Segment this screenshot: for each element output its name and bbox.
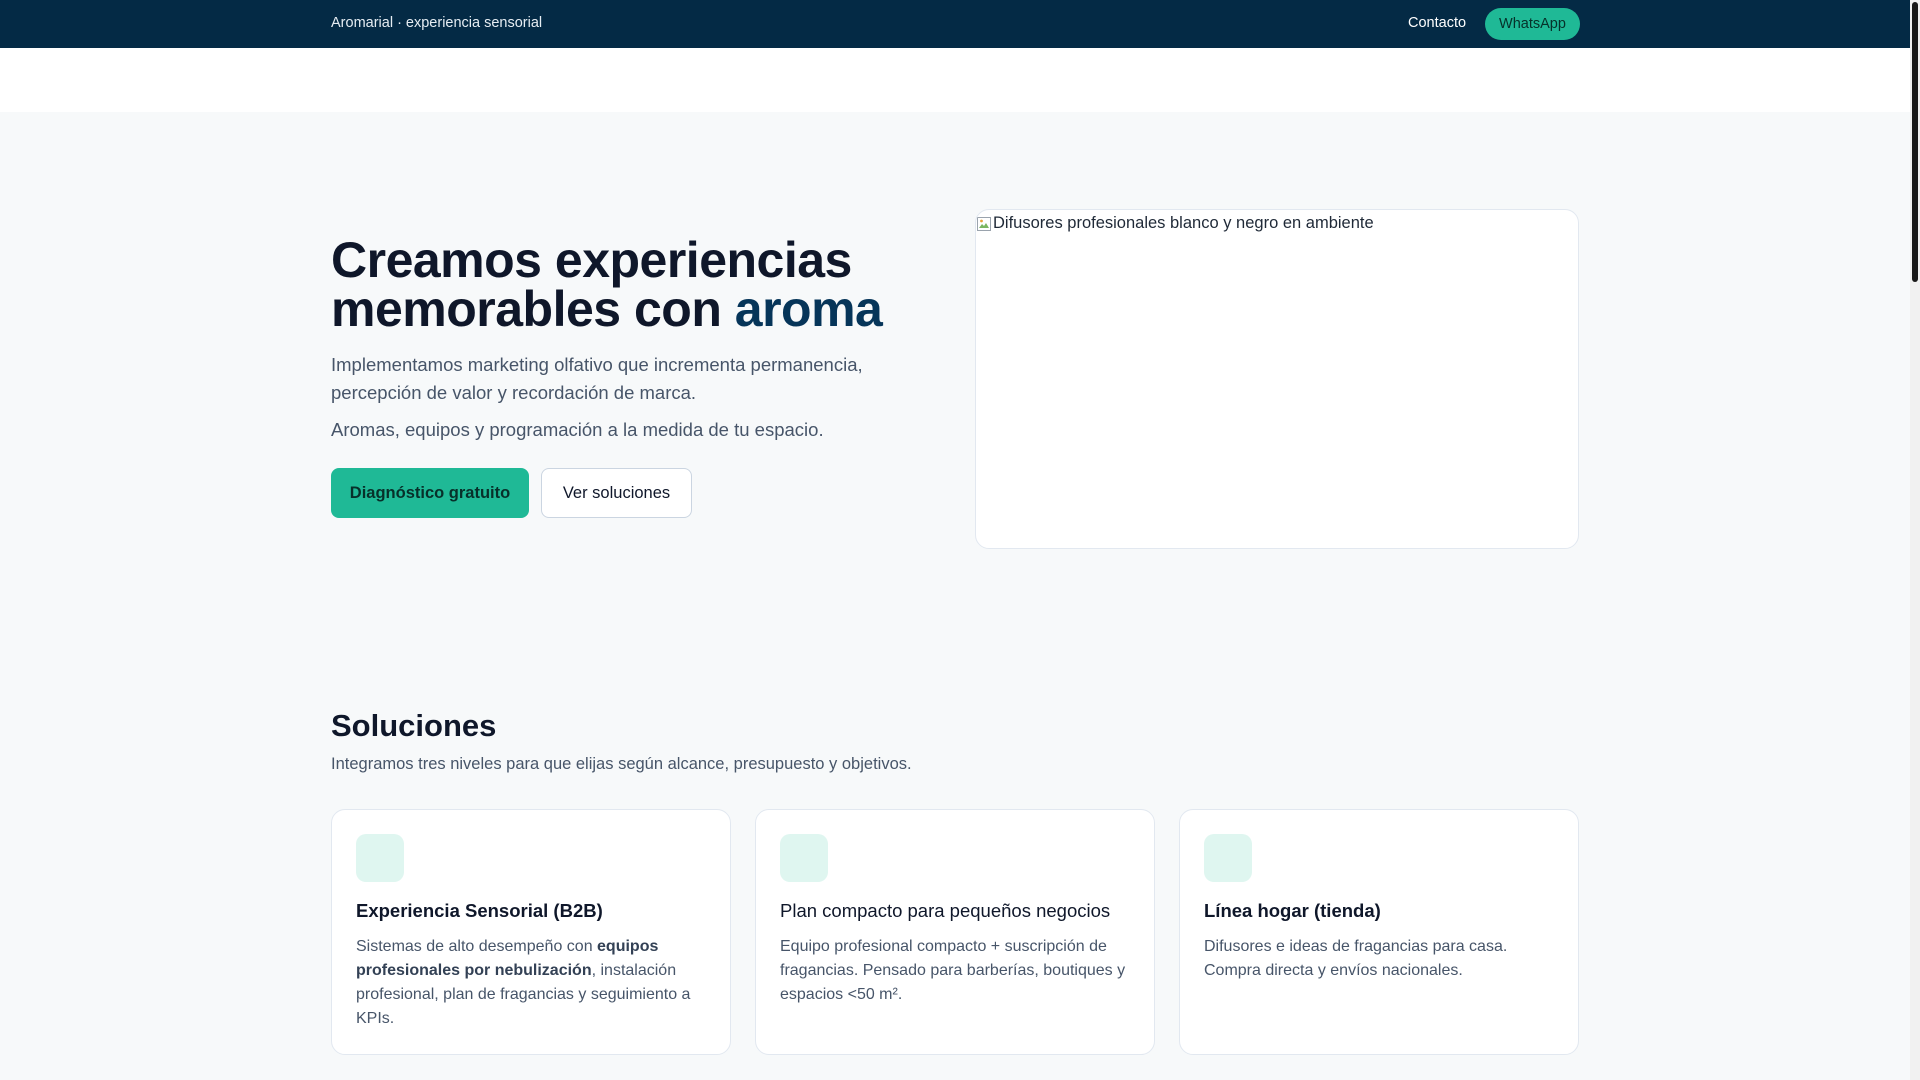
solution-card-title: Experiencia Sensorial (B2B) <box>356 900 603 921</box>
scrollbar-thumb[interactable] <box>1912 2 1918 282</box>
hero-image-placeholder: Difusores profesionales blanco y negro e… <box>976 214 1374 233</box>
brand-name[interactable]: Aromarial · experiencia sensorial <box>331 15 542 31</box>
solutions-subtitle: Integramos tres niveles para que elijas … <box>331 755 912 773</box>
solution-card-description: Sistemas de alto desempeño con equipos p… <box>356 935 706 1031</box>
hero-image: Difusores profesionales blanco y negro e… <box>975 209 1579 549</box>
solutions-title: Soluciones <box>331 708 497 743</box>
solution-icon-tile <box>780 834 828 882</box>
broken-image-icon <box>976 216 992 232</box>
solution-card-desc-text: Sistemas de alto desempeño con <box>356 938 598 955</box>
solution-icon-tile <box>356 834 404 882</box>
solution-card-title: Plan compacto para pequeños negocios <box>780 900 1111 921</box>
free-diagnosis-button[interactable]: Diagnóstico gratuito <box>331 468 529 518</box>
solution-card-description: Difusores e ideas de fragancias para cas… <box>1204 938 1508 979</box>
solution-card-description: Equipo profesional compacto + suscripció… <box>780 938 1126 1003</box>
contact-link[interactable]: Contacto <box>1408 15 1466 31</box>
hero-image-alt-text: Difusores profesionales blanco y negro e… <box>993 214 1374 232</box>
solution-icon-tile <box>1204 834 1252 882</box>
page-scrollbar[interactable] <box>1910 0 1920 1080</box>
hero-description: Implementamos marketing olfativo que inc… <box>331 354 863 403</box>
navigation-strip <box>0 48 1910 112</box>
hero-title: Creamos experiencias memorables con arom… <box>331 235 931 337</box>
solution-card-compact[interactable]: Plan compacto para pequeños negocios Equ… <box>755 809 1155 1055</box>
view-solutions-button[interactable]: Ver soluciones <box>541 468 692 518</box>
top-bar: Aromarial · experiencia sensorial Contac… <box>0 0 1910 48</box>
whatsapp-button[interactable]: WhatsApp <box>1485 8 1580 40</box>
hero-tagline: Aromas, equipos y programación a la medi… <box>331 419 824 440</box>
hero-title-accent: aroma <box>734 281 883 337</box>
solution-card-title: Línea hogar (tienda) <box>1204 900 1381 921</box>
solution-card-b2b[interactable]: Experiencia Sensorial (B2B) Sistemas de … <box>331 809 731 1055</box>
solution-card-home[interactable]: Línea hogar (tienda) Difusores e ideas d… <box>1179 809 1579 1055</box>
